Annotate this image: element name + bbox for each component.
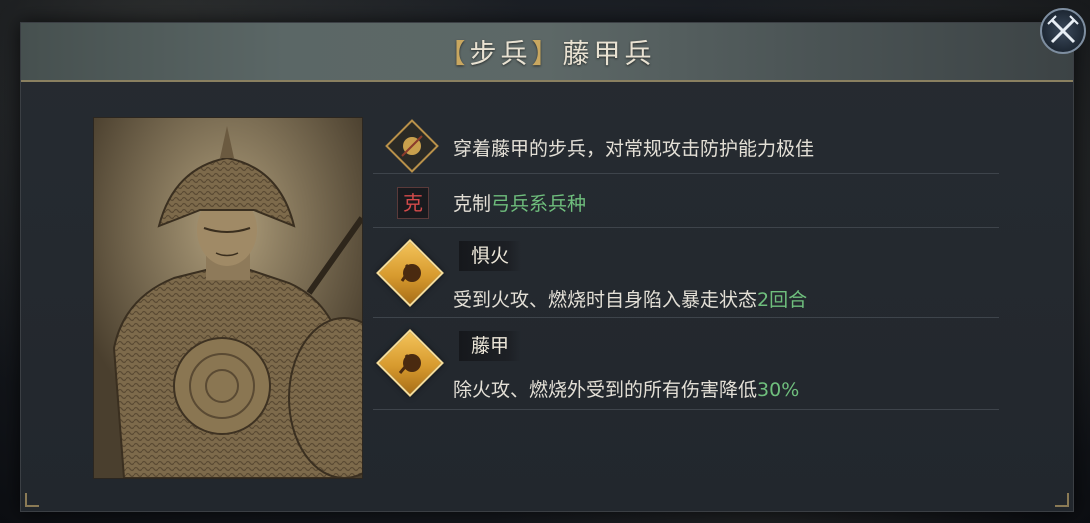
corner-ornament <box>25 493 39 507</box>
skill-desc-prefix: 受到火攻、燃烧时自身陷入暴走状态 <box>453 289 758 311</box>
skill-row: 惧火 受到火攻、燃烧时自身陷入暴走状态2回合 <box>373 227 999 318</box>
skill-name: 惧火 <box>459 241 522 271</box>
counter-ke-icon: 克 <box>397 187 429 219</box>
counter-row: 克 克制弓兵系兵种 <box>373 173 999 228</box>
title-unit-name: 藤甲兵 <box>562 39 656 70</box>
unit-portrait <box>93 117 363 479</box>
skill-desc-value: 30% <box>757 379 800 401</box>
dialog-header: 【步兵】藤甲兵 <box>21 23 1073 82</box>
skill-description: 受到火攻、燃烧时自身陷入暴走状态2回合 <box>453 285 807 312</box>
soldier-portrait-image <box>94 118 362 478</box>
fire-fear-icon[interactable] <box>376 239 444 307</box>
counter-target: 弓兵系兵种 <box>491 193 587 215</box>
skill-name: 藤甲 <box>459 331 522 361</box>
title-category: 步兵 <box>469 39 532 70</box>
dialog-title: 【步兵】藤甲兵 <box>439 32 656 71</box>
description-row: 穿着藤甲的步兵，对常规攻击防护能力极佳 <box>373 119 999 174</box>
skill-desc-value: 2回合 <box>757 289 808 311</box>
skill-description: 除火攻、燃烧外受到的所有伤害降低30% <box>453 375 799 402</box>
counter-prefix: 克制 <box>453 193 492 215</box>
skill-row: 藤甲 除火攻、燃烧外受到的所有伤害降低30% <box>373 317 999 410</box>
rattan-shield-icon <box>385 119 439 173</box>
skill-desc-prefix: 除火攻、燃烧外受到的所有伤害降低 <box>453 379 758 401</box>
unit-description: 穿着藤甲的步兵，对常规攻击防护能力极佳 <box>453 138 815 160</box>
unit-info-dialog: 【步兵】藤甲兵 穿着藤甲的步兵，对常规攻击防护能力极佳 克 克制弓兵系兵种 惧火… <box>20 22 1074 512</box>
corner-ornament <box>1055 493 1069 507</box>
counter-text: 克制弓兵系兵种 <box>453 189 586 216</box>
rattan-armor-icon[interactable] <box>376 329 444 397</box>
title-bracket-close: 】 <box>531 39 563 70</box>
title-bracket-open: 【 <box>438 39 470 70</box>
close-x-icon[interactable] <box>1040 8 1086 54</box>
